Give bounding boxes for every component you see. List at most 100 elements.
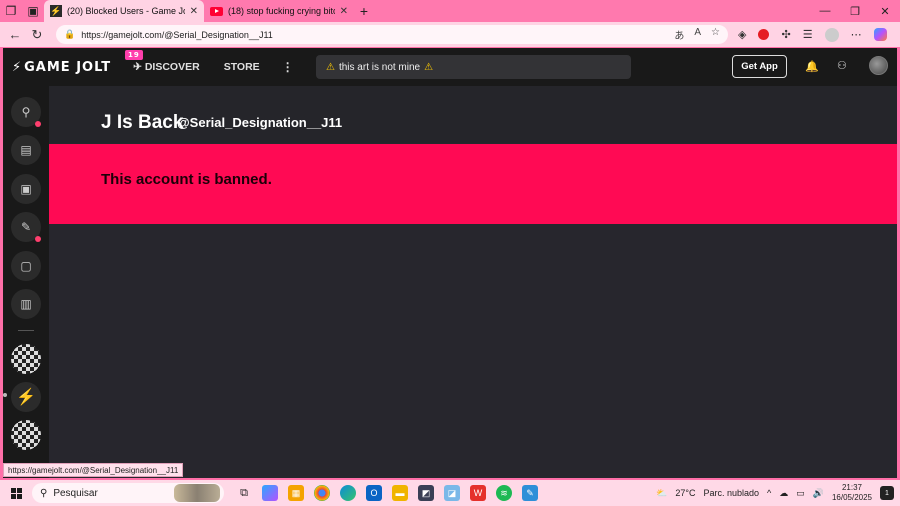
profile-header: J Is Back @Serial_Designation__J11 [49,86,897,143]
gamejolt-logo[interactable]: ⚡ GAME JOLT 19 [12,49,143,75]
clock-time: 21:37 [841,483,862,492]
favorites-icon[interactable]: ☰ [803,28,813,41]
extensions-icon[interactable]: ✣ [781,28,790,41]
banned-message: This account is banned. [101,171,272,188]
outlook-icon[interactable]: O [366,485,382,501]
minimize-icon[interactable]: — [810,0,840,22]
address-bar[interactable]: 🔒 https://gamejolt.com/@Serial_Designati… [56,25,728,44]
url-text[interactable]: https://gamejolt.com/@Serial_Designation… [81,30,668,40]
sidebar-divider [18,330,34,331]
search-placeholder: Pesquisar [53,487,98,499]
friends-icon[interactable]: ⚇ [837,59,847,72]
task-view-icon[interactable]: ⧉ [236,485,252,501]
favorite-star-icon[interactable]: ☆ [711,27,720,42]
active-indicator-dot [3,393,7,397]
notice-banner: ⚠ this art is not mine ⚠ [316,55,631,79]
clock[interactable]: 21:37 16/05/2025 [832,483,872,503]
spotify-icon[interactable]: ≋ [496,485,512,501]
windows-taskbar: ⚲ Pesquisar ⧉ ▦ O ▬ ◩ ◪ W ≋ ✎ ⛅ 27°C Par… [0,480,900,506]
rocket-icon: ✈ [133,61,142,73]
game-app-icon[interactable]: ◩ [418,485,434,501]
browser-tab-strip: ❐ ▣ ⚡ (20) Blocked Users - Game Jolt ✕ (… [0,0,900,22]
taskbar-apps: ⧉ ▦ O ▬ ◩ ◪ W ≋ ✎ [236,485,538,501]
tab-youtube[interactable]: (18) stop fucking crying bitch 😭 ✕ [204,0,354,22]
file-explorer-icon[interactable]: ▬ [392,485,408,501]
copilot-app-icon[interactable] [262,485,278,501]
warning-icon: ⚠ [424,61,434,73]
browser-toolbar: ◈ ✣ ☰ ⋯ [738,27,887,42]
settings-more-icon[interactable]: ⋯ [851,28,862,41]
back-icon[interactable]: ← [4,27,26,42]
chrome-icon[interactable] [314,485,330,501]
system-tray: ⛅ 27°C Parc. nublado ^ ☁ ▭ 🔊 21:37 16/05… [656,480,900,506]
notice-text: this art is not mine [338,61,421,73]
get-app-button[interactable]: Get App [732,55,787,78]
edge-icon[interactable] [340,485,356,501]
window-controls: — ❐ ✕ [810,0,900,22]
workspaces-icon[interactable]: ❐ [0,0,22,22]
tab-actions-icon[interactable]: ▣ [22,0,44,22]
user-avatar[interactable] [869,56,888,75]
profile-name: J Is Back [101,112,184,133]
paint-app-icon[interactable]: ✎ [522,485,538,501]
windows-logo-icon [10,487,22,499]
youtube-favicon-icon [210,6,223,16]
volume-icon[interactable]: 🔊 [813,488,824,499]
battery-icon[interactable]: ▭ [796,488,805,499]
clock-date: 16/05/2025 [831,493,872,502]
wps-office-icon[interactable]: W [470,485,486,501]
copilot-icon[interactable] [873,28,887,41]
sidebar-store-icon[interactable]: ▤ [11,135,41,165]
nav-store[interactable]: STORE [224,61,260,73]
tab-blocked-users[interactable]: ⚡ (20) Blocked Users - Game Jolt ✕ [44,0,204,22]
tab-title: (20) Blocked Users - Game Jolt [67,6,185,16]
warning-icon: ⚠ [326,61,335,73]
search-highlight-image [174,484,220,502]
profile-handle: @Serial_Designation__J11 [177,115,343,130]
web-page: ⚡ GAME JOLT 19 ✈ DISCOVER STORE ⋮ ⚠ this … [3,48,897,478]
weather-desc[interactable]: Parc. nublado [703,488,759,498]
maximize-icon[interactable]: ❐ [840,0,870,22]
sidebar-backpack-icon[interactable]: ▣ [11,174,41,204]
weather-icon[interactable]: ⛅ [656,488,667,499]
cloud-icon[interactable]: ☁ [779,488,788,499]
read-aloud-icon[interactable]: A [694,27,701,42]
left-sidebar: ⚲ ▤ ▣ ✎ ▢ ▥ ⚡ [3,86,49,478]
notes-app-icon[interactable]: ◪ [444,485,460,501]
shopping-icon[interactable]: ◈ [738,28,746,41]
notification-center-icon[interactable]: 1 [880,486,894,500]
taskbar-search[interactable]: ⚲ Pesquisar [32,483,224,503]
close-tab-icon[interactable]: ✕ [190,6,198,17]
nav-discover[interactable]: ✈ DISCOVER [133,61,200,73]
close-tab-icon[interactable]: ✕ [340,6,348,17]
omnibox-actions: あ A ☆ [674,27,720,42]
sidebar-gamejolt-community-icon[interactable]: ⚡ [11,382,41,412]
quests-unread-dot [35,236,41,242]
notifications-bell-icon[interactable]: 🔔 [805,60,819,73]
banned-banner: This account is banned. [49,144,897,224]
microsoft-store-icon[interactable]: ▦ [288,485,304,501]
search-icon: ⚲ [40,487,48,499]
profile-icon[interactable] [824,27,839,42]
more-menu-icon[interactable]: ⋮ [282,60,294,74]
gamejolt-favicon-icon: ⚡ [50,5,62,17]
site-top-bar: ⚡ GAME JOLT 19 ✈ DISCOVER STORE ⋮ ⚠ this … [3,48,897,86]
opera-extension-icon[interactable] [758,29,770,40]
logo-badge: 19 [125,49,143,60]
show-hidden-icons-icon[interactable]: ^ [767,488,771,498]
close-window-icon[interactable]: ✕ [870,0,900,22]
sidebar-chat-icon[interactable]: ▢ [11,251,41,281]
address-bar-row: ← ↻ 🔒 https://gamejolt.com/@Serial_Desig… [0,22,900,47]
new-tab-button[interactable]: + [354,3,374,19]
tab-title: (18) stop fucking crying bitch 😭 [228,5,335,16]
start-button[interactable] [0,487,32,499]
weather-temp[interactable]: 27°C [675,488,695,498]
site-info-icon[interactable]: 🔒 [64,29,75,40]
sidebar-community-icon[interactable] [11,420,41,450]
translate-icon[interactable]: あ [674,27,684,42]
sidebar-library-icon[interactable]: ▥ [11,289,41,319]
activity-unread-dot [35,121,41,127]
reload-icon[interactable]: ↻ [26,27,48,43]
sidebar-community-icon[interactable] [11,344,41,374]
link-status-bar: https://gamejolt.com/@Serial_Designation… [3,463,184,477]
